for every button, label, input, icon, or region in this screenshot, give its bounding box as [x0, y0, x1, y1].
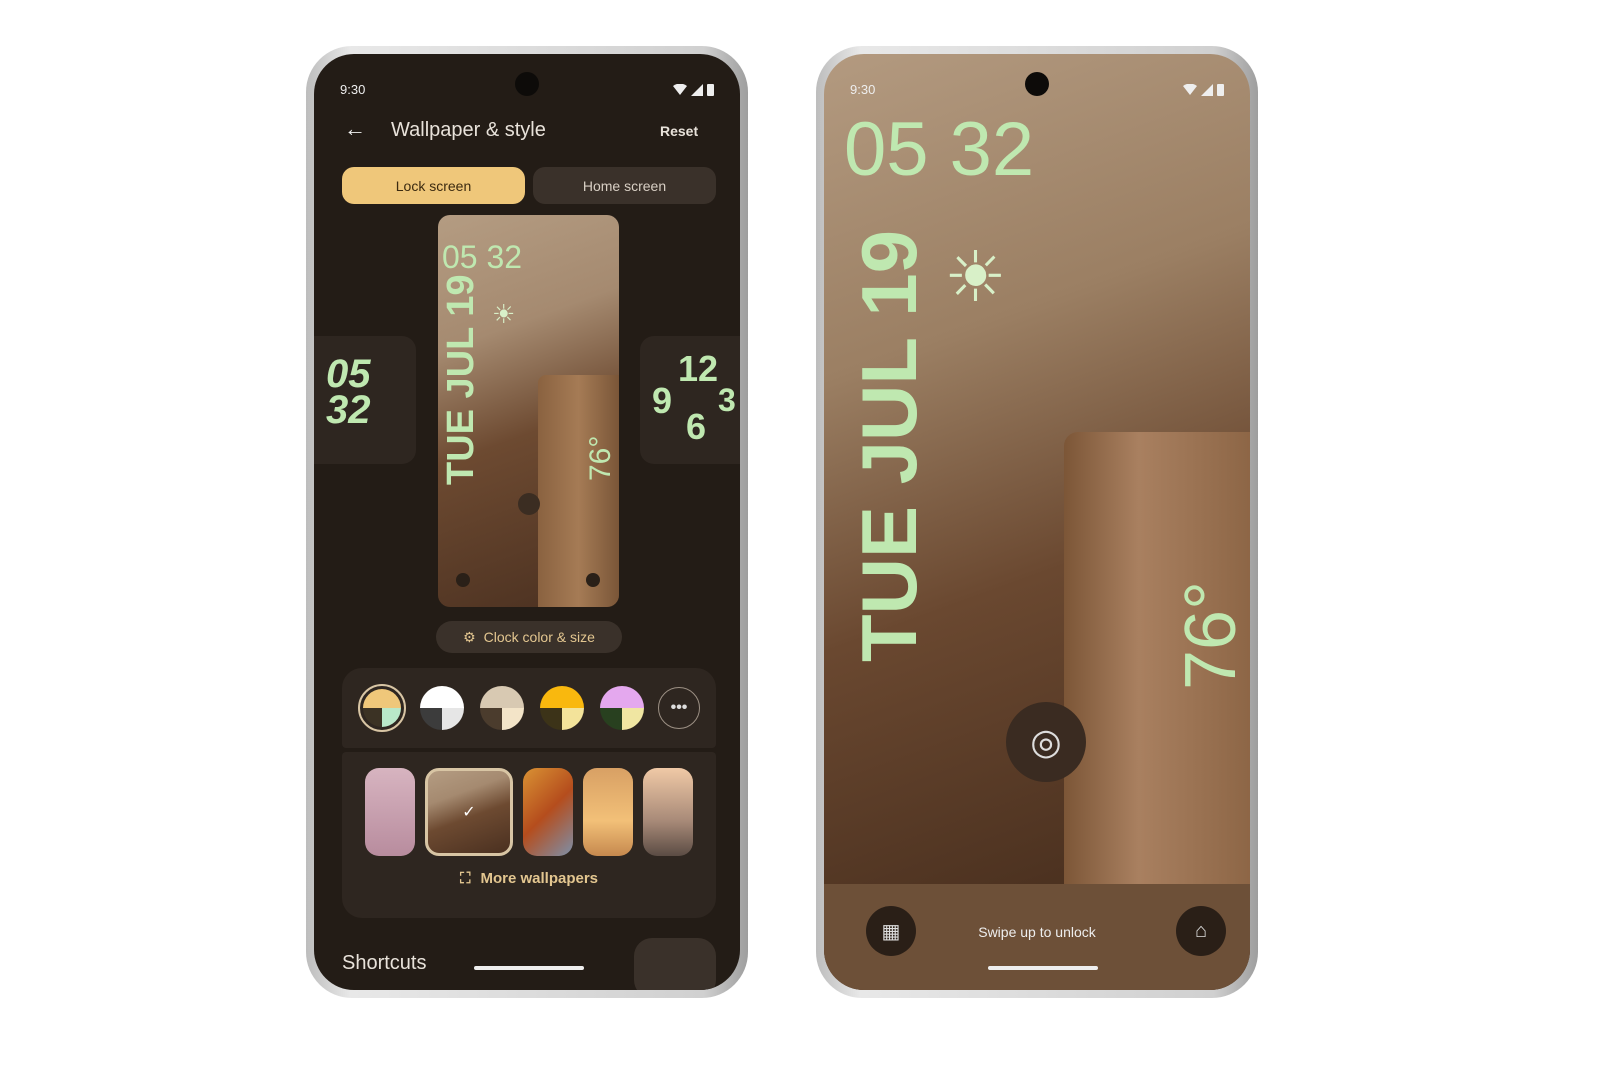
- swatch-segment: [600, 708, 622, 730]
- lock-screen: 9:30 05 32 ☀ TUE JUL 19 76° ◎ ▦ Swipe up…: [824, 54, 1250, 990]
- system-icons: [1183, 82, 1224, 97]
- status-time: 9:30: [340, 82, 366, 97]
- clock-color-size-label: Clock color & size: [483, 629, 595, 645]
- color-swatch: [363, 689, 401, 727]
- lock-time: 05 32: [844, 107, 1035, 192]
- gesture-bar[interactable]: [474, 966, 584, 970]
- status-bar: 9:30: [850, 82, 1224, 97]
- wifi-icon: [673, 83, 687, 95]
- shortcut-preview-card[interactable]: [634, 938, 716, 990]
- color-option-4[interactable]: [538, 684, 586, 732]
- wallpaper-thumb-dunes[interactable]: [583, 768, 633, 856]
- wallpaper-thumb-abstract[interactable]: [523, 768, 573, 856]
- more-horizontal-icon[interactable]: •••: [658, 687, 700, 729]
- preview-fingerprint-icon: [518, 493, 540, 515]
- preview-time: 05 32: [442, 239, 523, 275]
- more-wallpapers-button[interactable]: ⛶ More wallpapers: [342, 870, 716, 887]
- color-swatch: [480, 686, 524, 730]
- preview-weather-icon: ☀: [492, 299, 516, 329]
- image-icon: ⛶: [459, 870, 471, 887]
- swatch-segment: [420, 686, 464, 708]
- system-icons: [673, 82, 714, 97]
- clock-numeral-3: 3: [718, 382, 736, 418]
- clock-numeral-12: 12: [678, 348, 719, 389]
- right-phone: 9:30 05 32 ☀ TUE JUL 19 76° ◎ ▦ Swipe up…: [816, 46, 1258, 998]
- swatch-segment: [622, 708, 644, 730]
- battery-icon: [707, 83, 714, 96]
- color-option-5[interactable]: [598, 684, 646, 732]
- clock-style-minute: 32: [326, 388, 371, 432]
- color-swatch: [600, 686, 644, 730]
- wallpaper-thumb-selected[interactable]: ✓: [425, 768, 513, 856]
- swatch-segment: [540, 686, 584, 708]
- clock-numeral-9: 9: [652, 380, 673, 421]
- signal-icon: [691, 83, 703, 96]
- clock-color-size-button[interactable]: ⚙ Clock color & size: [436, 621, 622, 653]
- battery-icon: [1217, 83, 1224, 96]
- swatch-segment: [442, 708, 464, 730]
- swatch-segment: [502, 708, 524, 730]
- left-phone: 9:30 ← Wallpaper & style Reset Lock scre…: [306, 46, 748, 998]
- wifi-icon: [1183, 83, 1197, 95]
- gesture-bar[interactable]: [988, 966, 1098, 970]
- color-swatch: [540, 686, 584, 730]
- lock-date: TUE JUL 19: [845, 229, 933, 662]
- check-icon: ✓: [462, 804, 476, 821]
- swatch-segment: [562, 708, 584, 730]
- reset-button[interactable]: Reset: [660, 123, 698, 139]
- color-palette-row: •••: [342, 668, 716, 748]
- swatch-segment: [600, 686, 644, 708]
- color-swatch: [420, 686, 464, 730]
- gear-icon: ⚙: [463, 628, 476, 645]
- preview-date: TUE JUL 19: [440, 274, 482, 485]
- color-option-3[interactable]: [478, 684, 526, 732]
- swatch-segment: [480, 708, 502, 730]
- swatch-segment: [540, 708, 562, 730]
- lock-screen-preview[interactable]: 05 32 ☀ TUE JUL 19 76°: [438, 215, 619, 607]
- color-option-2[interactable]: [418, 684, 466, 732]
- clock-numeral-6: 6: [686, 406, 707, 447]
- wallpaper-list: ✓: [342, 752, 716, 856]
- swatch-segment: [480, 686, 524, 708]
- swatch-segment: [420, 708, 442, 730]
- clock-style-analog-numbers[interactable]: 12 9 3 6: [640, 336, 740, 464]
- clock-style-hour: 05: [326, 352, 371, 396]
- tab-lock-screen[interactable]: Lock screen: [342, 167, 525, 204]
- home-icon[interactable]: ⌂: [1176, 906, 1226, 956]
- wallpaper-thumb-city[interactable]: [643, 768, 693, 856]
- more-wallpapers-label: More wallpapers: [480, 870, 599, 887]
- wallpaper-section: ✓ ⛶ More wallpapers: [342, 752, 716, 918]
- swatch-segment: [382, 708, 401, 727]
- signal-icon: [1201, 83, 1213, 96]
- status-time: 9:30: [850, 82, 876, 97]
- clock-style-handwritten[interactable]: 05 32: [314, 336, 416, 464]
- color-option-1[interactable]: [358, 684, 406, 732]
- fingerprint-icon[interactable]: ◎: [1006, 702, 1086, 782]
- vase-shape: [538, 375, 619, 607]
- shortcuts-heading: Shortcuts: [342, 952, 427, 974]
- page-title: Wallpaper & style: [391, 119, 546, 141]
- tab-home-screen[interactable]: Home screen: [533, 167, 716, 204]
- swatch-segment: [363, 708, 382, 727]
- wallpaper-style-screen: 9:30 ← Wallpaper & style Reset Lock scre…: [314, 54, 740, 990]
- lock-temperature: 76°: [1171, 581, 1250, 690]
- preview-home-icon: [586, 573, 600, 587]
- partly-sunny-icon: ☀: [944, 238, 1007, 316]
- preview-temp: 76°: [584, 435, 617, 481]
- swatch-segment: [363, 689, 401, 708]
- back-arrow-icon[interactable]: ←: [344, 116, 366, 142]
- wallpaper-thumb-pink[interactable]: [365, 768, 415, 856]
- status-bar: 9:30: [340, 82, 714, 97]
- preview-qr-icon: [456, 573, 470, 587]
